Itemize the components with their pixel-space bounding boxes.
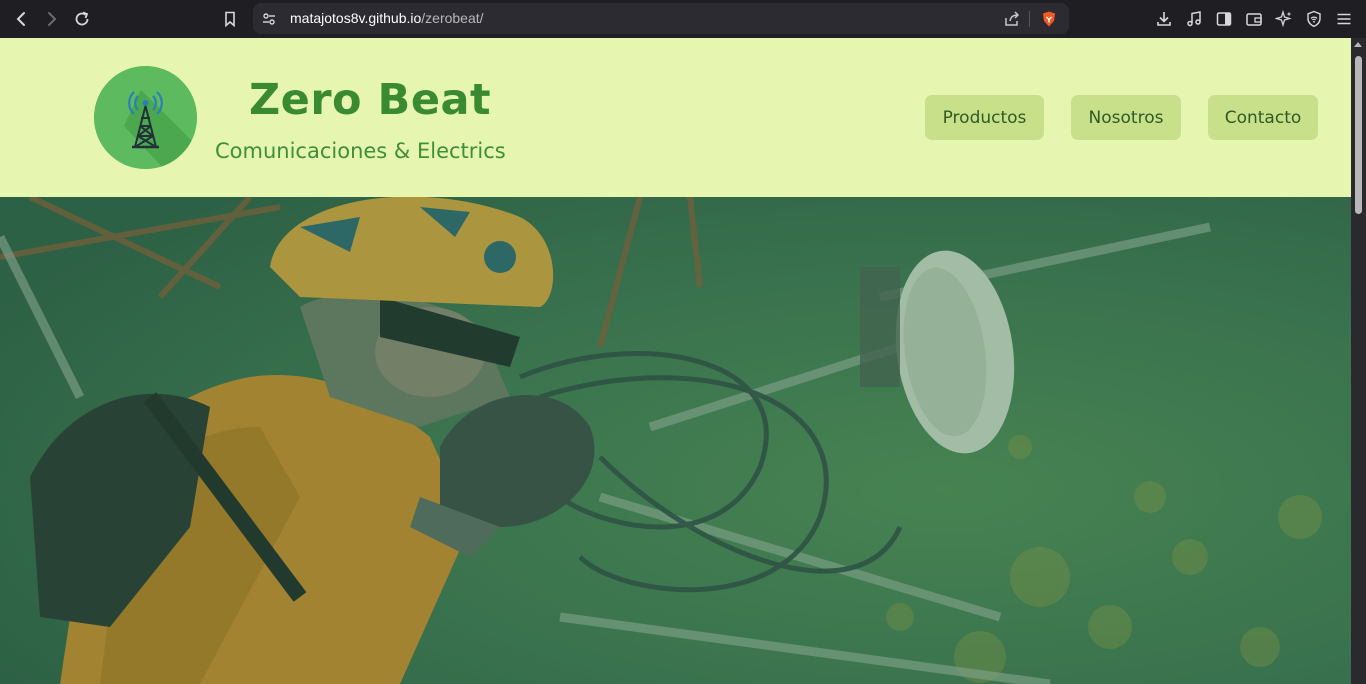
bookmark-icon[interactable] xyxy=(219,8,241,30)
scroll-up-arrow[interactable] xyxy=(1354,42,1362,47)
browser-toolbar: matajotos8v.github.io/zerobeat/ xyxy=(0,0,1366,38)
nav-contacto[interactable]: Contacto xyxy=(1208,95,1318,140)
nav-productos[interactable]: Productos xyxy=(925,95,1044,140)
sidebar-icon[interactable] xyxy=(1213,8,1235,30)
site-header: Zero Beat Comunicaciones & Electrics Pro… xyxy=(0,38,1351,197)
nav-nosotros[interactable]: Nosotros xyxy=(1071,95,1181,140)
url-path: /zerobeat/ xyxy=(421,10,484,26)
brave-shield-icon[interactable] xyxy=(1038,8,1060,30)
toolbar-divider xyxy=(1029,11,1030,27)
address-text[interactable]: matajotos8v.github.io/zerobeat/ xyxy=(290,10,484,26)
site-subtitle: Comunicaciones & Electrics xyxy=(215,139,506,163)
share-icon[interactable] xyxy=(1001,8,1023,30)
radio-tower-icon xyxy=(94,66,197,169)
page-scrollbar[interactable] xyxy=(1351,38,1366,684)
scrollbar-thumb[interactable] xyxy=(1355,56,1362,214)
wallet-icon[interactable] xyxy=(1243,8,1265,30)
media-icon[interactable] xyxy=(1183,8,1205,30)
logo[interactable] xyxy=(94,66,197,169)
reload-icon[interactable] xyxy=(71,8,93,30)
vpn-icon[interactable] xyxy=(1303,8,1325,30)
web-page: Zero Beat Comunicaciones & Electrics Pro… xyxy=(0,38,1351,684)
back-icon[interactable] xyxy=(11,8,33,30)
hero-image xyxy=(0,197,1351,684)
site-title: Zero Beat xyxy=(249,75,492,125)
leo-ai-icon[interactable] xyxy=(1273,8,1295,30)
technician-tower-illustration xyxy=(0,197,1351,684)
menu-icon[interactable] xyxy=(1333,8,1355,30)
url-host: matajotos8v.github.io xyxy=(290,10,422,26)
download-icon[interactable] xyxy=(1153,8,1175,30)
forward-icon[interactable] xyxy=(40,8,62,30)
site-settings-icon[interactable] xyxy=(258,8,280,30)
